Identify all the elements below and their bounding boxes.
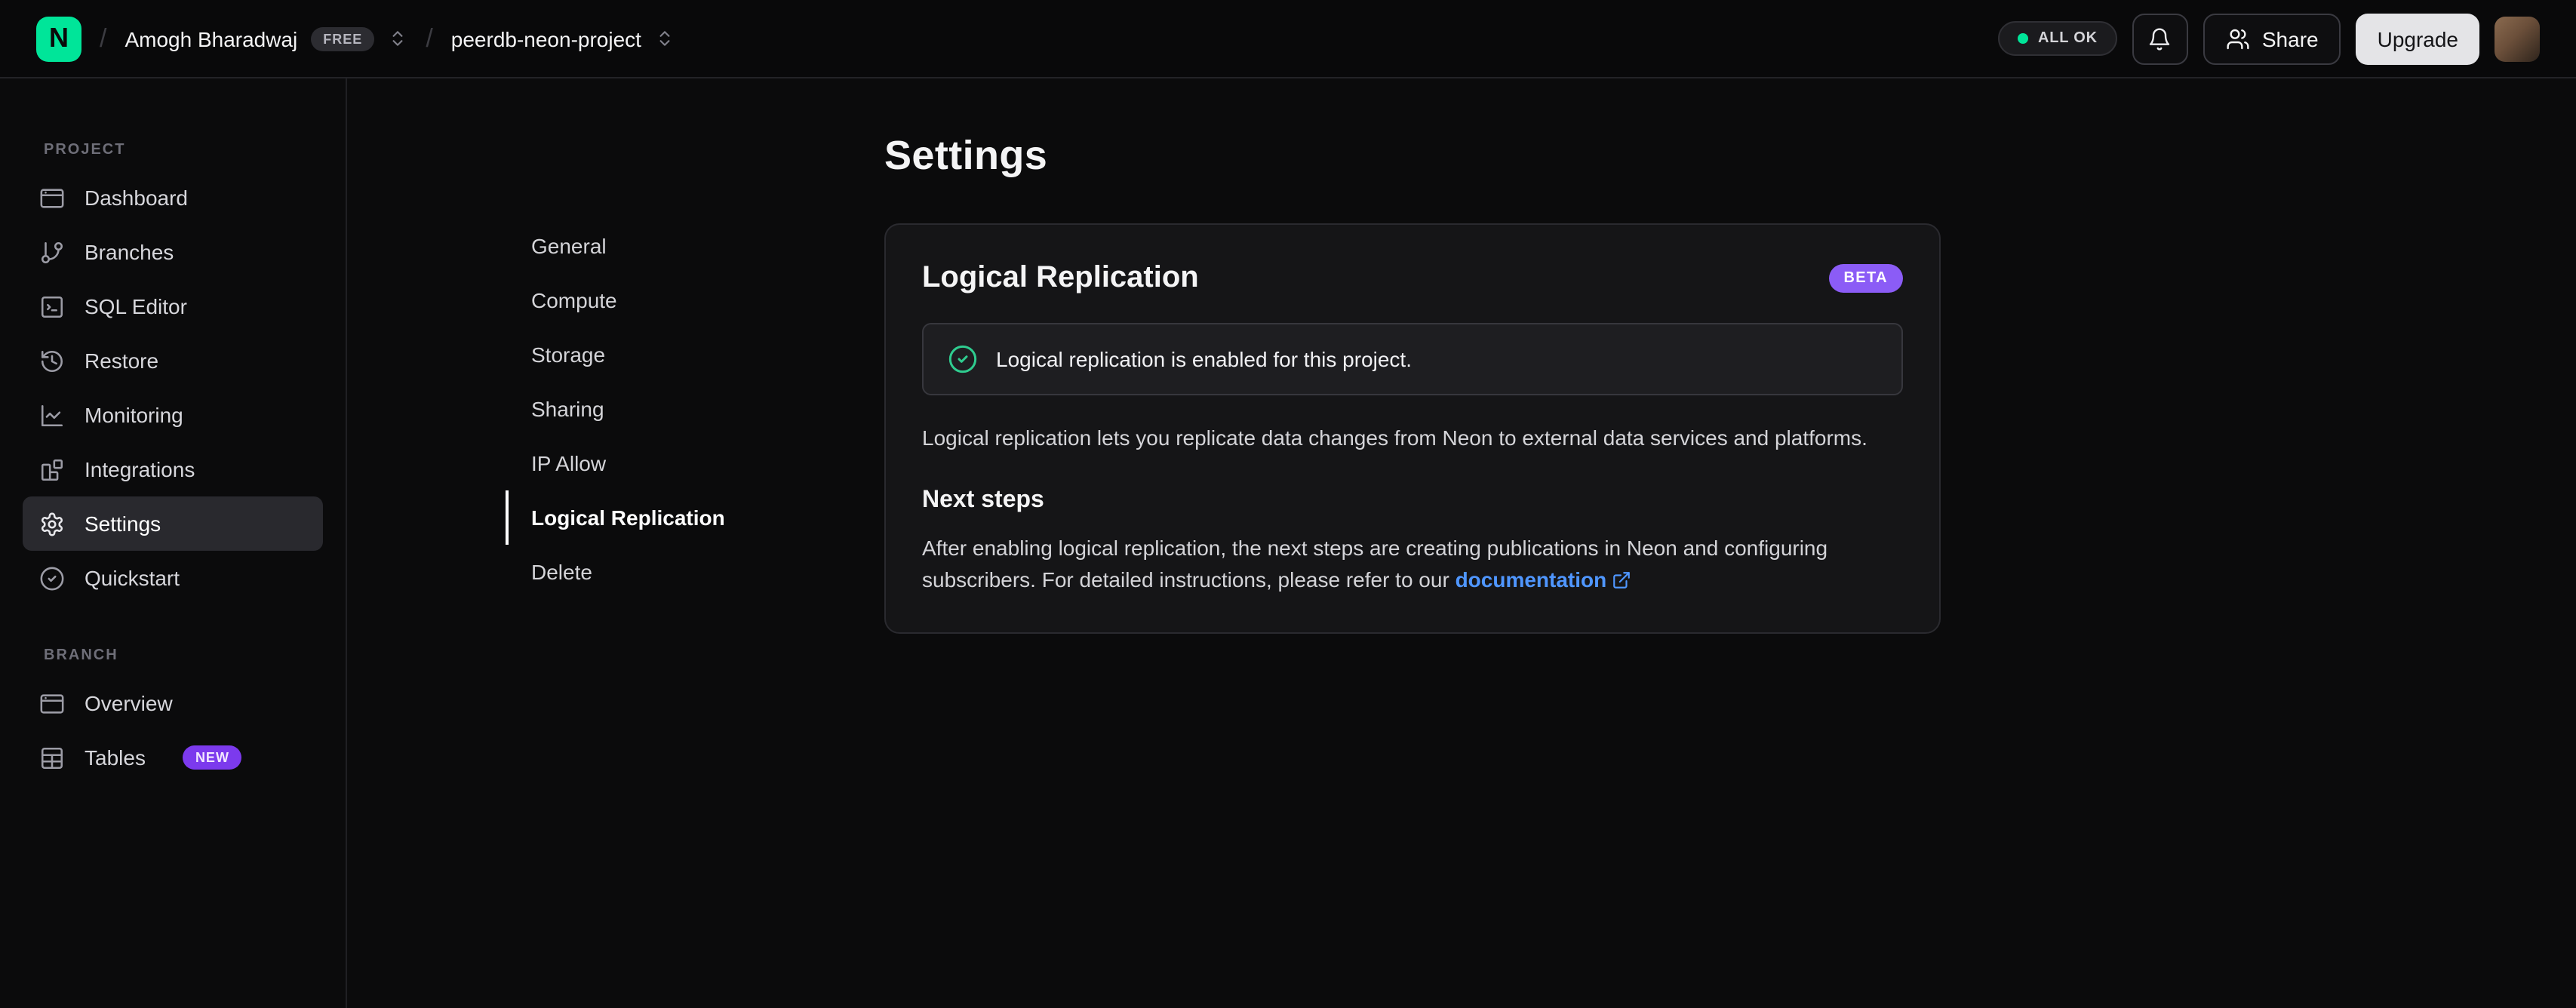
table-icon [39,745,65,770]
success-alert: Logical replication is enabled for this … [922,323,1903,395]
users-icon [2226,26,2250,51]
sidebar-item-label: Settings [85,512,161,536]
main-content: General Compute Storage Sharing IP Allow… [347,78,2576,1008]
external-link-icon [1611,570,1631,590]
card-header: Logical Replication BETA [922,261,1903,296]
next-steps-title: Next steps [922,487,1044,513]
logical-replication-card: Logical Replication BETA Logical replica… [884,223,1941,634]
next-steps-text: After enabling logical replication, the … [922,533,1903,596]
notifications-button[interactable] [2132,13,2188,64]
git-branch-icon [39,239,65,265]
status-pill[interactable]: ALL OK [1997,21,2117,56]
alert-text: Logical replication is enabled for this … [996,347,1412,371]
project-section-label: PROJECT [44,142,126,158]
neon-console: N / Amogh Bharadwaj FREE / peerdb-neon-p… [0,0,2576,1008]
sidebar-item-integrations[interactable]: Integrations [23,442,323,496]
dashboard-icon [39,185,65,211]
share-label: Share [2261,26,2319,51]
card-title: Logical Replication [922,261,1199,294]
sidebar-item-monitoring[interactable]: Monitoring [23,388,323,442]
settings-nav-logical-replication[interactable]: Logical Replication [506,490,884,545]
check-circle-icon [39,565,65,591]
sidebar-item-label: Integrations [85,457,195,481]
gear-icon [39,511,65,536]
org-name: Amogh Bharadwaj [124,26,298,51]
chevron-up-down-icon [388,29,407,48]
sidebar-item-sql-editor[interactable]: SQL Editor [23,279,323,333]
sidebar-item-label: Branches [85,240,174,264]
sidebar-item-branches[interactable]: Branches [23,225,323,279]
user-avatar[interactable] [2495,16,2540,61]
integrations-icon [39,456,65,482]
status-ok-dot-icon [2017,33,2027,44]
sidebar-item-label: Tables [85,745,146,770]
org-breadcrumb[interactable]: Amogh Bharadwaj FREE [124,26,407,51]
topbar: N / Amogh Bharadwaj FREE / peerdb-neon-p… [0,0,2576,78]
settings-content: Settings Logical Replication BETA Logica… [884,133,1941,1008]
monitoring-chart-icon [39,402,65,428]
topbar-actions: ALL OK Share Upgrade [1997,13,2540,64]
sidebar-item-tables[interactable]: Tables NEW [23,730,323,785]
project-breadcrumb[interactable]: peerdb-neon-project [451,26,675,51]
page-title: Settings [884,133,1048,178]
free-plan-badge: FREE [311,26,375,51]
upgrade-button[interactable]: Upgrade [2356,13,2479,64]
documentation-link[interactable]: documentation [1456,564,1631,596]
settings-nav-delete[interactable]: Delete [506,545,884,599]
documentation-link-label: documentation [1455,567,1607,592]
sidebar-item-quickstart[interactable]: Quickstart [23,551,323,605]
neon-logo[interactable]: N [36,16,81,61]
next-steps-text-body: After enabling logical replication, the … [922,536,1828,592]
check-circle-icon [948,344,978,374]
settings-nav-compute[interactable]: Compute [506,273,884,327]
breadcrumb-separator: / [426,23,433,52]
bell-icon [2148,26,2172,51]
project-name: peerdb-neon-project [450,26,641,51]
sidebar: PROJECT Dashboard Branches SQL Editor Re… [0,78,347,1008]
overview-icon [39,690,65,716]
sidebar-item-label: Dashboard [85,186,188,210]
settings-nav-sharing[interactable]: Sharing [506,382,884,436]
beta-badge: BETA [1828,264,1903,293]
chevron-up-down-icon [655,29,675,48]
sql-editor-icon [39,293,65,319]
settings-nav-ip-allow[interactable]: IP Allow [506,436,884,490]
branch-section-label: BRANCH [44,647,118,664]
settings-nav-storage[interactable]: Storage [506,327,884,382]
sidebar-item-settings[interactable]: Settings [23,496,323,551]
breadcrumb: N / Amogh Bharadwaj FREE / peerdb-neon-p… [36,16,675,61]
sidebar-item-label: Restore [85,349,159,373]
sidebar-item-dashboard[interactable]: Dashboard [23,171,323,225]
card-description: Logical replication lets you replicate d… [922,426,1867,450]
new-badge: NEW [183,745,241,770]
restore-history-icon [39,348,65,373]
share-button[interactable]: Share [2203,13,2341,64]
sidebar-item-restore[interactable]: Restore [23,333,323,388]
sidebar-item-label: SQL Editor [85,294,187,318]
settings-nav: General Compute Storage Sharing IP Allow… [506,219,884,1008]
sidebar-item-label: Monitoring [85,403,183,427]
breadcrumb-separator: / [100,23,107,52]
status-text: ALL OK [2038,30,2098,47]
settings-nav-general[interactable]: General [506,219,884,273]
sidebar-item-overview[interactable]: Overview [23,676,323,730]
sidebar-item-label: Quickstart [85,566,180,590]
sidebar-item-label: Overview [85,691,173,715]
